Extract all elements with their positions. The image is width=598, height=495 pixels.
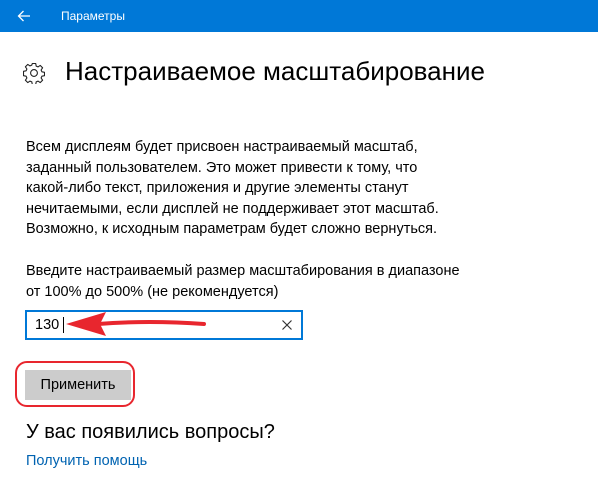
- red-arrow-annotation: [66, 312, 206, 336]
- gear-icon: [23, 62, 45, 84]
- description-line: Возможно, к исходным параметрам будет сл…: [26, 221, 438, 238]
- title-bar: Параметры: [0, 0, 598, 32]
- questions-heading: У вас появились вопросы?: [26, 421, 275, 443]
- description-line: заданный пользователем. Это может привес…: [26, 159, 418, 176]
- prompt-line: от 100% до 500% (не рекомендуется): [26, 284, 279, 300]
- scale-prompt: Введите настраиваемый размер масштабиров…: [26, 261, 496, 303]
- back-button[interactable]: [0, 0, 48, 32]
- prompt-line: Введите настраиваемый размер масштабиров…: [26, 263, 460, 279]
- description-line: нечитаемыми, если дисплей не поддерживае…: [26, 200, 439, 217]
- app-title: Параметры: [61, 9, 125, 23]
- warning-description: Всем дисплеям будет присвоен настраиваем…: [26, 137, 496, 240]
- description-line: какой-либо текст, приложения и другие эл…: [26, 180, 409, 197]
- scale-input-value: 130: [35, 317, 60, 333]
- description-line: Всем дисплеям будет присвоен настраиваем…: [26, 139, 418, 155]
- clear-x-icon[interactable]: [278, 316, 296, 334]
- back-arrow-icon: [17, 10, 30, 22]
- get-help-link[interactable]: Получить помощь: [26, 453, 147, 469]
- page-title: Настраиваемое масштабирование: [65, 56, 485, 86]
- apply-button[interactable]: Применить: [25, 370, 131, 400]
